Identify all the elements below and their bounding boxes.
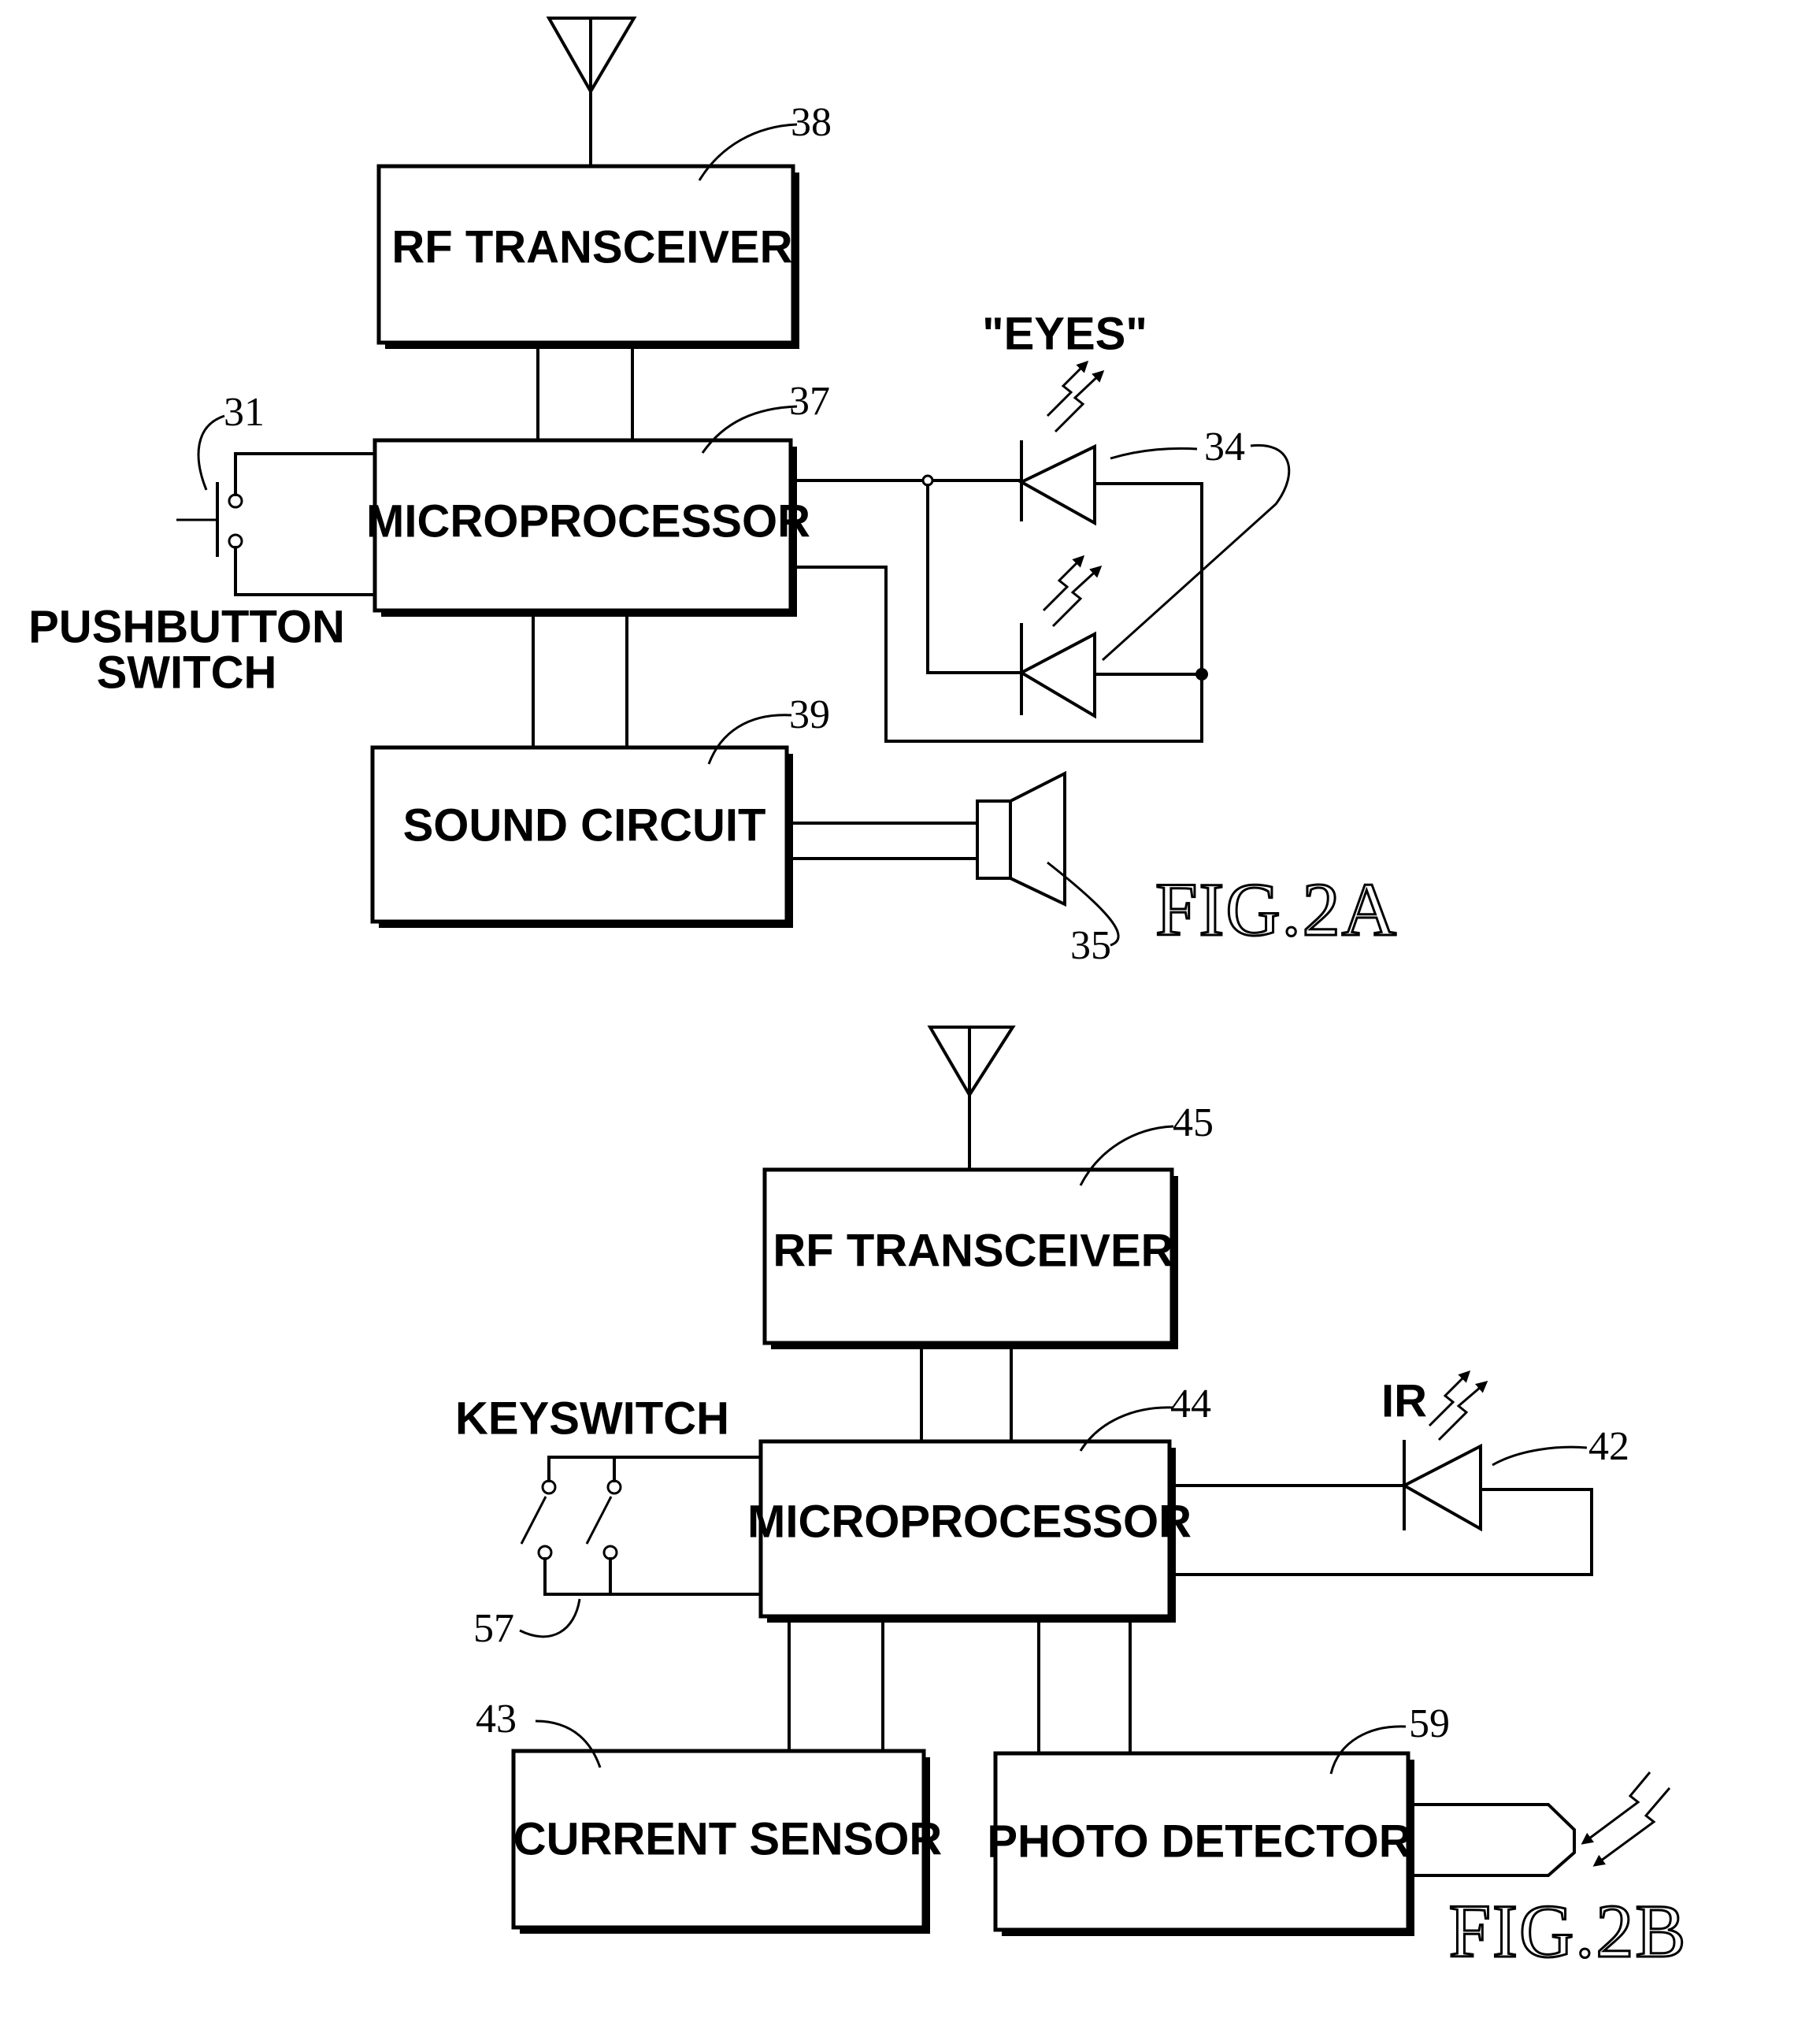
eyes-label: "EYES" <box>982 308 1147 359</box>
pushbutton-label-line2: SWITCH <box>97 647 277 698</box>
microprocessor-block: MICROPROCESSOR <box>366 438 810 617</box>
ref-numeral-44: 44 <box>1170 1382 1211 1426</box>
ref-numeral-35: 35 <box>1070 923 1111 968</box>
rf-transceiver-label: RF TRANSCEIVER <box>391 221 792 273</box>
bus-microprocessor-current-sensor <box>788 1621 884 1753</box>
ref-leader-31 <box>197 414 225 491</box>
pushbutton-switch <box>176 452 376 596</box>
ref-numeral-37: 37 <box>789 379 830 424</box>
microprocessor-block: MICROPROCESSOR <box>747 1439 1192 1623</box>
keyswitch-icon <box>520 1456 762 1596</box>
eyes-led-circuit <box>789 360 1208 743</box>
ir-led-circuit <box>1168 1370 1593 1576</box>
patent-drawing: RF TRANSCEIVER 38 MICROPROCESSOR 37 31 P <box>28 17 1688 1975</box>
rf-transceiver-block: RF TRANSCEIVER <box>762 1167 1178 1349</box>
ref-numeral-34: 34 <box>1204 425 1245 469</box>
photo-sensor-lens-icon <box>1407 1803 1576 1877</box>
light-emission-icon <box>1428 1370 1488 1441</box>
sound-circuit-label: SOUND CIRCUIT <box>403 799 766 851</box>
led-icon <box>1400 1440 1482 1532</box>
bus-microprocessor-photo-detector <box>1037 1621 1132 1755</box>
current-sensor-label: CURRENT SENSOR <box>513 1813 943 1864</box>
ref-leader-42 <box>1492 1445 1588 1467</box>
ref-numeral-39: 39 <box>789 692 830 737</box>
ref-numeral-45: 45 <box>1173 1100 1214 1145</box>
ref-leader-34a <box>1110 447 1198 460</box>
incoming-light-icon <box>1581 1771 1671 1867</box>
photo-detector-label: PHOTO DETECTOR <box>987 1816 1411 1867</box>
light-emission-icon <box>1042 555 1103 628</box>
ref-numeral-43: 43 <box>476 1697 517 1742</box>
rf-transceiver-label: RF TRANSCEIVER <box>773 1225 1173 1276</box>
current-sensor-block: CURRENT SENSOR <box>511 1749 943 1934</box>
light-emission-icon <box>1046 360 1105 433</box>
antenna-icon <box>546 17 637 168</box>
speaker-icon <box>785 770 1066 907</box>
ir-label: IR <box>1381 1375 1427 1426</box>
figure-caption-2b: FIG.2B <box>1449 1889 1688 1973</box>
keyswitch-label: KEYSWITCH <box>455 1393 729 1444</box>
led-icon <box>1017 440 1096 526</box>
bus-rf-microprocessor <box>536 347 634 442</box>
ref-numeral-59: 59 <box>1409 1701 1450 1746</box>
figure-2a: RF TRANSCEIVER 38 MICROPROCESSOR 37 31 P <box>28 17 1398 968</box>
photo-detector-block: PHOTO DETECTOR <box>987 1751 1414 1936</box>
ref-numeral-57: 57 <box>473 1606 514 1651</box>
ref-leader-57 <box>519 1598 581 1638</box>
microprocessor-label: MICROPROCESSOR <box>747 1496 1192 1547</box>
ref-numeral-38: 38 <box>791 100 832 145</box>
figure-caption-2a: FIG.2A <box>1155 867 1398 952</box>
ref-numeral-31: 31 <box>224 390 265 435</box>
bus-rf-microprocessor <box>920 1348 1013 1443</box>
sound-circuit-block: SOUND CIRCUIT <box>370 745 793 928</box>
bus-microprocessor-sound <box>532 615 628 749</box>
microprocessor-label: MICROPROCESSOR <box>366 495 810 547</box>
ref-leader-34b <box>1101 443 1291 662</box>
led-icon <box>1017 623 1096 719</box>
antenna-icon <box>927 1026 1016 1171</box>
pushbutton-label-line1: PUSHBUTTON <box>28 601 345 652</box>
figure-2b: RF TRANSCEIVER 45 MICROPROCESSOR 44 KEYS… <box>455 1026 1688 1975</box>
rf-transceiver-block: RF TRANSCEIVER <box>376 164 799 349</box>
ref-numeral-42: 42 <box>1588 1424 1629 1469</box>
